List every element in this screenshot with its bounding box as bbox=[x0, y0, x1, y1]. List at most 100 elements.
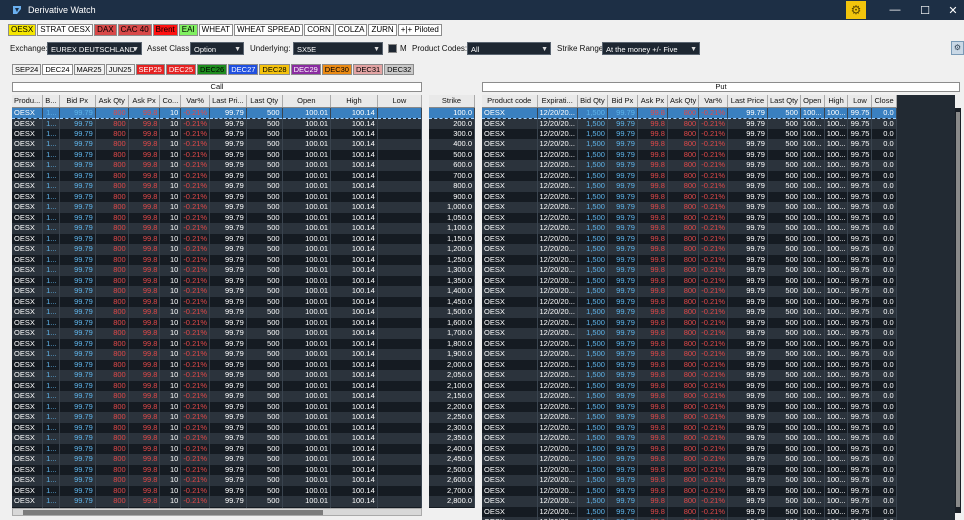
call-row[interactable]: OESX1...99.7980099.810-0.21%99.79500100.… bbox=[12, 254, 422, 265]
put-row[interactable]: OESX12/20/20...1,50099.7999.8800-0.21%99… bbox=[482, 370, 897, 381]
put-row[interactable]: OESX12/20/20...1,50099.7999.8800-0.21%99… bbox=[482, 286, 897, 297]
maturity-tab[interactable]: SEP24 bbox=[12, 64, 42, 75]
put-row[interactable]: OESX12/20/20...1,50099.7999.8800-0.21%99… bbox=[482, 433, 897, 444]
strike-row[interactable]: 1,900.0 bbox=[429, 349, 475, 360]
strike-row[interactable]: 2,250.0 bbox=[429, 412, 475, 423]
put-row[interactable]: OESX12/20/20...1,50099.7999.8800-0.21%99… bbox=[482, 296, 897, 307]
call-row[interactable]: OESX1...99.7980099.810-0.21%99.79500100.… bbox=[12, 286, 422, 297]
call-row[interactable]: OESX1...99.7980099.810-0.21%99.79500100.… bbox=[12, 496, 422, 507]
strike-row[interactable]: 1,600.0 bbox=[429, 317, 475, 328]
product-codes-select[interactable]: All ▼ bbox=[467, 42, 551, 55]
strike-range-select[interactable]: At the money +/- Five ▼ bbox=[602, 42, 700, 55]
call-column-header[interactable]: Produ... bbox=[12, 95, 44, 108]
put-column-header[interactable]: Expirati... bbox=[537, 95, 578, 108]
put-row[interactable]: OESX12/20/20...1,50099.7999.8800-0.21%99… bbox=[482, 139, 897, 150]
strike-row[interactable]: 900.0 bbox=[429, 191, 475, 202]
maturity-tab[interactable]: DEC31 bbox=[352, 64, 384, 75]
call-row[interactable]: OESX1...99.7980099.810-0.21%99.79500100.… bbox=[12, 412, 422, 423]
product-tab[interactable]: +|+ Piloted bbox=[397, 24, 442, 36]
strike-row[interactable]: 2,900.0 bbox=[429, 506, 475, 508]
call-row[interactable]: OESX1...99.7980099.810-0.21%99.79500100.… bbox=[12, 485, 422, 496]
put-row[interactable]: OESX12/20/20...1,50099.7999.8800-0.21%99… bbox=[482, 233, 897, 244]
strike-row[interactable]: 1,300.0 bbox=[429, 265, 475, 276]
put-row[interactable]: OESX12/20/20...1,50099.7999.8800-0.21%99… bbox=[482, 380, 897, 391]
call-row[interactable]: OESX1...99.7980099.810-0.21%99.79500100.… bbox=[12, 202, 422, 213]
call-row[interactable]: OESX1...99.7980099.810-0.21%99.79500100.… bbox=[12, 338, 422, 349]
call-column-header[interactable]: Bid Px bbox=[59, 95, 96, 108]
product-tab[interactable]: CORN bbox=[304, 24, 334, 36]
call-row[interactable]: OESX1...99.7980099.810-0.21%99.79500100.… bbox=[12, 275, 422, 286]
call-row[interactable]: OESX1...99.7980099.810-0.21%99.79500100.… bbox=[12, 370, 422, 381]
maturity-tab[interactable]: DEC26 bbox=[197, 64, 228, 75]
strike-row[interactable]: 1,450.0 bbox=[429, 296, 475, 307]
call-column-header[interactable]: Var% bbox=[180, 95, 211, 108]
product-tab[interactable]: STRAT OESX bbox=[37, 24, 94, 36]
strike-row[interactable]: 2,400.0 bbox=[429, 443, 475, 454]
put-row[interactable]: OESX12/20/20...1,50099.7999.8800-0.21%99… bbox=[482, 359, 897, 370]
call-row[interactable]: OESX1...99.7980099.810-0.21%99.79500100.… bbox=[12, 106, 422, 119]
call-row[interactable]: OESX1...99.7980099.810-0.21%99.79500100.… bbox=[12, 307, 422, 318]
put-row[interactable]: OESX12/20/20...1,50099.7999.8800-0.21%99… bbox=[482, 475, 897, 486]
call-row[interactable]: OESX1...99.7980099.810-0.21%99.79500100.… bbox=[12, 433, 422, 444]
strike-row[interactable]: 100.0 bbox=[429, 106, 475, 119]
call-row[interactable]: OESX1...99.7980099.810-0.21%99.79500100.… bbox=[12, 328, 422, 339]
strike-row[interactable]: 400.0 bbox=[429, 139, 475, 150]
call-row[interactable]: OESX1...99.7980099.810-0.21%99.79500100.… bbox=[12, 464, 422, 475]
call-row[interactable]: OESX1...99.7980099.810-0.21%99.79500100.… bbox=[12, 422, 422, 433]
strike-row[interactable]: 1,000.0 bbox=[429, 202, 475, 213]
put-row[interactable]: OESX12/20/20...1,50099.7999.8800-0.21%99… bbox=[482, 202, 897, 213]
strike-row[interactable]: 2,150.0 bbox=[429, 391, 475, 402]
call-row[interactable]: OESX1...99.7980099.810-0.21%99.79500100.… bbox=[12, 359, 422, 370]
strike-row[interactable]: 2,600.0 bbox=[429, 475, 475, 486]
strike-row[interactable]: 1,400.0 bbox=[429, 286, 475, 297]
product-tab[interactable]: ZURN bbox=[368, 24, 397, 36]
maturity-tab[interactable]: DEC25 bbox=[165, 64, 197, 75]
maturity-tab[interactable]: DEC32 bbox=[384, 64, 415, 75]
strike-row[interactable]: 1,200.0 bbox=[429, 244, 475, 255]
call-row[interactable]: OESX1...99.7980099.810-0.21%99.79500100.… bbox=[12, 128, 422, 139]
strike-row[interactable]: 1,150.0 bbox=[429, 233, 475, 244]
put-row[interactable]: OESX12/20/20...1,50099.7999.8800-0.21%99… bbox=[482, 338, 897, 349]
maturity-tab[interactable]: DEC27 bbox=[228, 64, 259, 75]
put-row[interactable]: OESX12/20/20...1,50099.7999.8800-0.21%99… bbox=[482, 191, 897, 202]
put-row[interactable]: OESX12/20/20...1,50099.7999.8800-0.21%99… bbox=[482, 328, 897, 339]
call-column-header[interactable]: Low bbox=[377, 95, 422, 108]
put-row[interactable]: OESX12/20/20...1,50099.7999.8800-0.21%99… bbox=[482, 485, 897, 496]
maturity-tab[interactable]: DEC24 bbox=[42, 64, 73, 75]
call-row[interactable]: OESX1...99.7980099.810-0.21%99.79500100.… bbox=[12, 349, 422, 360]
call-horizontal-scrollbar[interactable] bbox=[12, 508, 422, 516]
call-column-header[interactable]: Open bbox=[282, 95, 332, 108]
strike-row[interactable]: 2,700.0 bbox=[429, 485, 475, 496]
scrollbar-thumb[interactable] bbox=[23, 510, 323, 515]
put-column-header[interactable]: Bid Px bbox=[607, 95, 638, 108]
put-row[interactable]: OESX12/20/20...1,50099.7999.8800-0.21%99… bbox=[482, 307, 897, 318]
strike-row[interactable]: 2,450.0 bbox=[429, 454, 475, 465]
call-row[interactable]: OESX1...99.7980099.810-0.21%99.79500100.… bbox=[12, 443, 422, 454]
strike-row[interactable]: 700.0 bbox=[429, 170, 475, 181]
put-row[interactable]: OESX12/20/20...1,50099.7999.8800-0.21%99… bbox=[482, 244, 897, 255]
maturity-tab[interactable]: DEC29 bbox=[290, 64, 321, 75]
minimize-button[interactable]: — bbox=[880, 0, 910, 20]
call-row[interactable]: OESX1...99.7980099.810-0.21%99.79500100.… bbox=[12, 118, 422, 129]
call-row[interactable]: OESX1...99.7980099.810-0.21%99.79500100.… bbox=[12, 296, 422, 307]
product-tab[interactable]: DAX bbox=[94, 24, 117, 36]
call-row[interactable]: OESX1...99.7980099.810-0.21%99.79500100.… bbox=[12, 149, 422, 160]
product-tab[interactable]: Brent bbox=[152, 24, 178, 36]
put-vertical-scrollbar[interactable] bbox=[955, 108, 961, 513]
call-column-header[interactable]: Co... bbox=[159, 95, 182, 108]
strike-row[interactable]: 1,050.0 bbox=[429, 212, 475, 223]
panel-settings-icon[interactable]: ⚙ bbox=[951, 41, 964, 55]
call-column-header[interactable]: Ask Px bbox=[128, 95, 161, 108]
put-row[interactable]: OESX12/20/20...1,50099.7999.8800-0.21%99… bbox=[482, 443, 897, 454]
strike-row[interactable]: 2,800.0 bbox=[429, 496, 475, 507]
put-row[interactable]: OESX12/20/20...1,50099.7999.8800-0.21%99… bbox=[482, 149, 897, 160]
strike-column-header[interactable]: Strike bbox=[429, 95, 475, 108]
put-column-header[interactable]: Close bbox=[871, 95, 897, 108]
call-row[interactable]: OESX1...99.7980099.810-0.21%99.79500100.… bbox=[12, 475, 422, 486]
call-row[interactable]: OESX1...99.7980099.810-0.21%99.79500100.… bbox=[12, 160, 422, 171]
asset-class-select[interactable]: Option ▼ bbox=[190, 42, 244, 55]
put-row[interactable]: OESX12/20/20...1,50099.7999.8800-0.21%99… bbox=[482, 506, 897, 517]
call-row[interactable]: OESX1...99.7980099.810-0.21%99.79500100.… bbox=[12, 244, 422, 255]
put-column-header[interactable]: Product code bbox=[482, 95, 538, 108]
product-tab[interactable]: OESX bbox=[8, 24, 37, 36]
